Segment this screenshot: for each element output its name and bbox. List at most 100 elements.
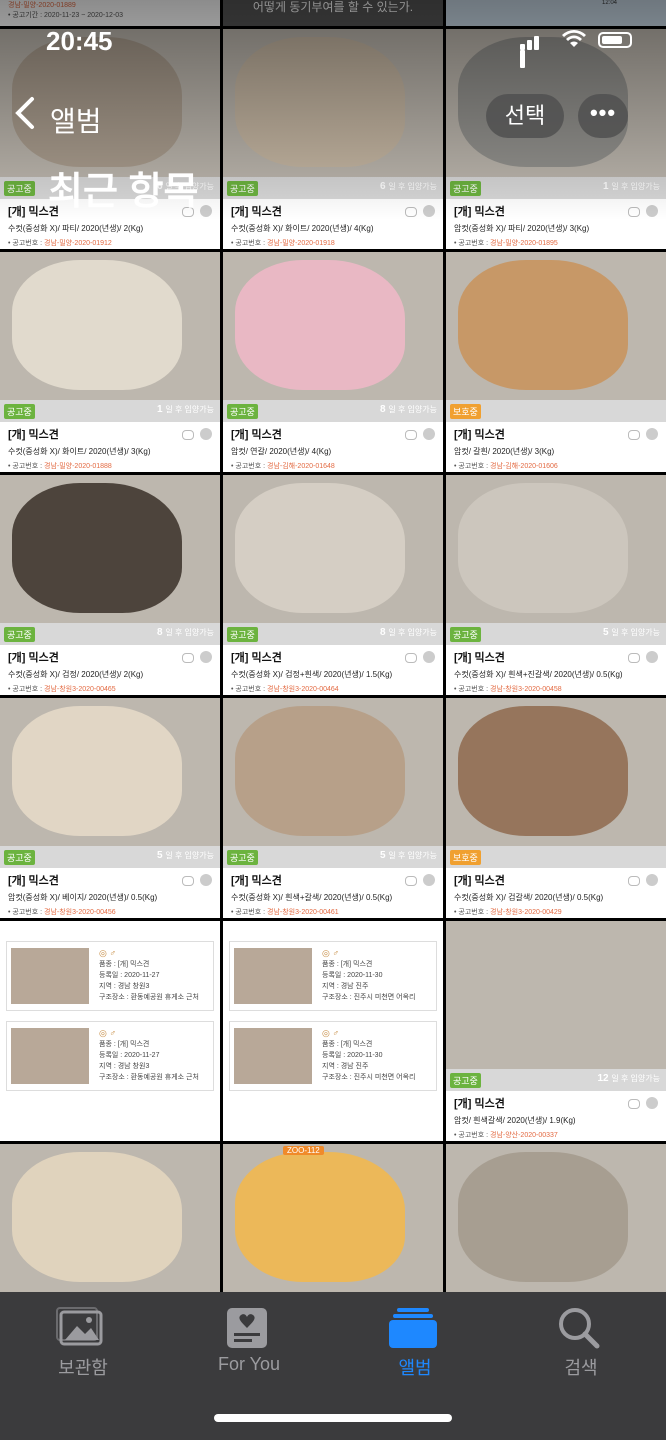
dog-photo-subject [12,1152,182,1282]
link-icon [628,653,640,663]
id-label: • 공고번호 : [454,463,490,470]
place-label: 구조장소 [99,994,125,1001]
listing-meta: • 공고번호 : 경남-창원3-2020-00461 • 공고기간 : 2020… [231,907,435,918]
tab-search[interactable]: 검색 [498,1292,664,1392]
list-item: ◎ ♂ 품종 : [개] 믹스견 등록일 : 2020-11-27 지역 : 경… [6,1021,214,1091]
heart-icon [423,205,435,217]
notice-id: 경남-밀양-2020-01918 [267,240,335,247]
link-icon [405,430,417,440]
select-button[interactable]: 선택 [486,94,564,138]
grid-photo[interactable]: 공고중 8 일 후 입양가능 [개] 믹스견 암컷/ 연갈/ 2020(년생)/… [223,252,443,472]
heart-icon [423,874,435,886]
status-badge: 공고중 [4,850,35,865]
id-label: • 공고번호 : [454,1132,490,1139]
notice-id: 경남-창원3-2020-00458 [490,686,562,693]
dog-photo-subject [458,260,628,390]
grid-photo[interactable]: 공고중 8 일 후 입양가능 [개] 믹스견 수컷(중성화 X)/ 검정+흰색/… [223,475,443,695]
listing-meta: • 공고번호 : 경남-밀양-2020-01888 • 공고기간 : 2020-… [8,461,212,472]
tab-library[interactable]: 보관함 [0,1292,166,1392]
notice-id: 경남-창원3-2020-00464 [267,686,339,693]
dog-photo [446,475,666,623]
back-button-label[interactable]: 앨범 [50,100,102,140]
area: 경남 창원3 [117,983,150,990]
id-label: • 공고번호 : [454,909,490,916]
grid-photo-list-screenshot[interactable]: ◎ ♂ 품종 : [개] 믹스견 등록일 : 2020-11-27 지역 : 경… [0,921,220,1141]
status-badge: 공고중 [227,850,258,865]
days-number: 8 [380,627,386,638]
place-label: 구조장소 [322,1074,348,1081]
adopt-days: 5 일 후 입양가능 [380,850,437,861]
id-label: • 공고번호 : [231,463,267,470]
heart-icon [423,651,435,663]
dog-photo-subject [12,706,182,836]
rescue-place: 환동예공원 휴게소 근처 [130,1074,199,1081]
reg-date: 2020-11-30 [347,972,383,979]
adopt-days: 8 일 후 입양가능 [157,627,214,638]
tab-albums-label: 앨범 [398,1358,432,1378]
status-badge: 공고중 [450,181,481,196]
dog-photo-subject [458,929,628,1059]
notice-id: 경남-창원3-2020-00429 [490,909,562,916]
listing-desc: 암컷/ 갈흰/ 2020(년생)/ 3(Kg) [454,447,555,456]
listing-info: [개] 믹스견 수컷(중성화 X)/ 화이트/ 2020(년생)/ 3(Kg) … [0,422,220,472]
rescue-place: 진주시 미천면 어옥리 [353,994,416,1001]
link-icon [405,876,417,886]
grid-photo[interactable]: 공고중 1 일 후 입양가능 [개] 믹스견 수컷(중성화 X)/ 화이트/ 2… [0,252,220,472]
date-label: 등록일 [99,1052,119,1059]
page-title: 최근 항목 [48,171,199,213]
animal-icons: ◎ ♂ [99,1028,117,1038]
status-badge: 보호중 [450,404,481,419]
adopt-days: 12 일 후 입양가능 [597,1073,660,1084]
dog-photo [0,252,220,400]
listing-info: [개] 믹스견 수컷(중성화 X)/ 검정/ 2020(년생)/ 2(Kg) •… [0,645,220,695]
list-thumb [234,948,312,1004]
status-badge: 공고중 [227,181,258,196]
dog-photo [223,698,443,846]
grid-photo[interactable]: 공고중 8 일 후 입양가능 [개] 믹스견 수컷(중성화 X)/ 검정/ 20… [0,475,220,695]
days-suffix: 일 후 입양가능 [611,1074,660,1083]
more-button[interactable]: ••• [578,94,628,138]
dog-photo [0,698,220,846]
grid-photo[interactable]: 보호중 [개] 믹스견 암컷/ 갈흰/ 2020(년생)/ 3(Kg) • 공고… [446,252,666,472]
notice-id: 경남-김해-2020-01648 [267,463,335,470]
listing-info: [개] 믹스견 암컷(중성화 X)/ 파티/ 2020(년생)/ 3(Kg) •… [446,199,666,249]
grid-photo-list-screenshot[interactable]: ◎ ♂ 품종 : [개] 믹스견 등록일 : 2020-11-30 지역 : 경… [223,921,443,1141]
listing-desc: 수컷(중성화 X)/ 파티/ 2020(년생)/ 2(Kg) [8,224,144,233]
days-suffix: 일 후 입양가능 [388,851,437,860]
animal-icons: ◎ ♂ [322,948,340,958]
status-badge: 공고중 [4,404,35,419]
battery-icon [598,32,632,48]
dog-photo [223,252,443,400]
heart-icon [200,205,212,217]
listing-meta: • 공고번호 : 경남-창원3-2020-00429 • 공고기간 : 2020… [454,907,658,918]
id-label: • 공고번호 : [231,240,267,247]
days-number: 8 [157,627,163,638]
grid-photo[interactable]: 공고중 5 일 후 입양가능 [개] 믹스견 암컷(중성화 X)/ 베이지/ 2… [0,698,220,918]
list-item: ◎ ♂ 품종 : [개] 믹스견 등록일 : 2020-11-30 지역 : 경… [229,941,437,1011]
grid-photo[interactable]: 공고중 5 일 후 입양가능 [개] 믹스견 수컷(중성화 X)/ 흰색+진갈색… [446,475,666,695]
tab-albums[interactable]: 앨범 [332,1292,498,1392]
status-time: 20:45 [46,26,113,56]
listing-desc: 수컷(중성화 X)/ 화이트/ 2020(년생)/ 3(Kg) [8,447,151,456]
heart-icon [200,874,212,886]
status-badge: 공고중 [450,1073,481,1088]
grid-photo[interactable]: 공고중 5 일 후 입양가능 [개] 믹스견 수컷(중성화 X)/ 흰색+갈색/… [223,698,443,918]
days-number: 6 [380,181,386,192]
grid-photo[interactable]: 공고중 12 일 후 입양가능 [개] 믹스견 암컷/ 흰색갈색/ 2020(년… [446,921,666,1141]
tab-for-you[interactable]: For You [166,1292,332,1392]
wifi-icon [562,30,586,53]
back-chevron-icon[interactable] [14,96,36,139]
listing-meta: • 공고번호 : 경남-김해-2020-01648 • 공고기간 : 2020-… [231,461,435,472]
link-icon [182,653,194,663]
heart-icon [646,874,658,886]
photo-grid: 공고중 6 일 후 입양가능 [개] 믹스견 수컷(중성화 X)/ 파티/ 20… [0,29,666,1364]
dog-photo-subject [235,706,405,836]
grid-photo[interactable]: 보호중 [개] 믹스견 수컷(중성화 X)/ 검갈색/ 2020(년생)/ 0.… [446,698,666,918]
reg-date: 2020-11-27 [124,1052,160,1059]
dog-photo [446,698,666,846]
rescue-place: 진주시 미천면 어옥리 [353,1074,416,1081]
animal-icons: ◎ ♂ [322,1028,340,1038]
listing-meta: • 공고번호 : 경남-밀양-2020-01918 • 공고기간 : 2020-… [231,238,435,249]
status-badge: 공고중 [450,627,481,642]
dog-photo-subject [458,1152,628,1282]
